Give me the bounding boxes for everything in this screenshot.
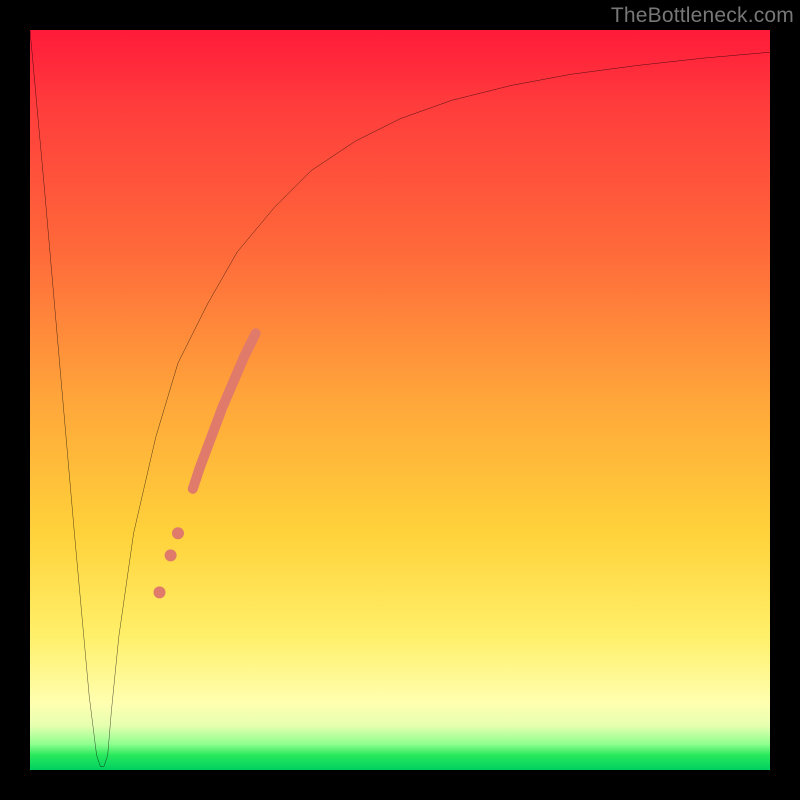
plot-area <box>30 30 770 770</box>
highlight-segment <box>193 333 256 488</box>
bottleneck-curve <box>30 30 770 766</box>
watermark-text: TheBottleneck.com <box>611 4 794 28</box>
highlight-dots <box>153 527 184 598</box>
chart-frame: TheBottleneck.com <box>0 0 800 800</box>
chart-svg <box>30 30 770 770</box>
highlight-dot <box>165 549 177 561</box>
highlight-dot <box>172 527 184 539</box>
highlight-dot <box>153 586 165 598</box>
